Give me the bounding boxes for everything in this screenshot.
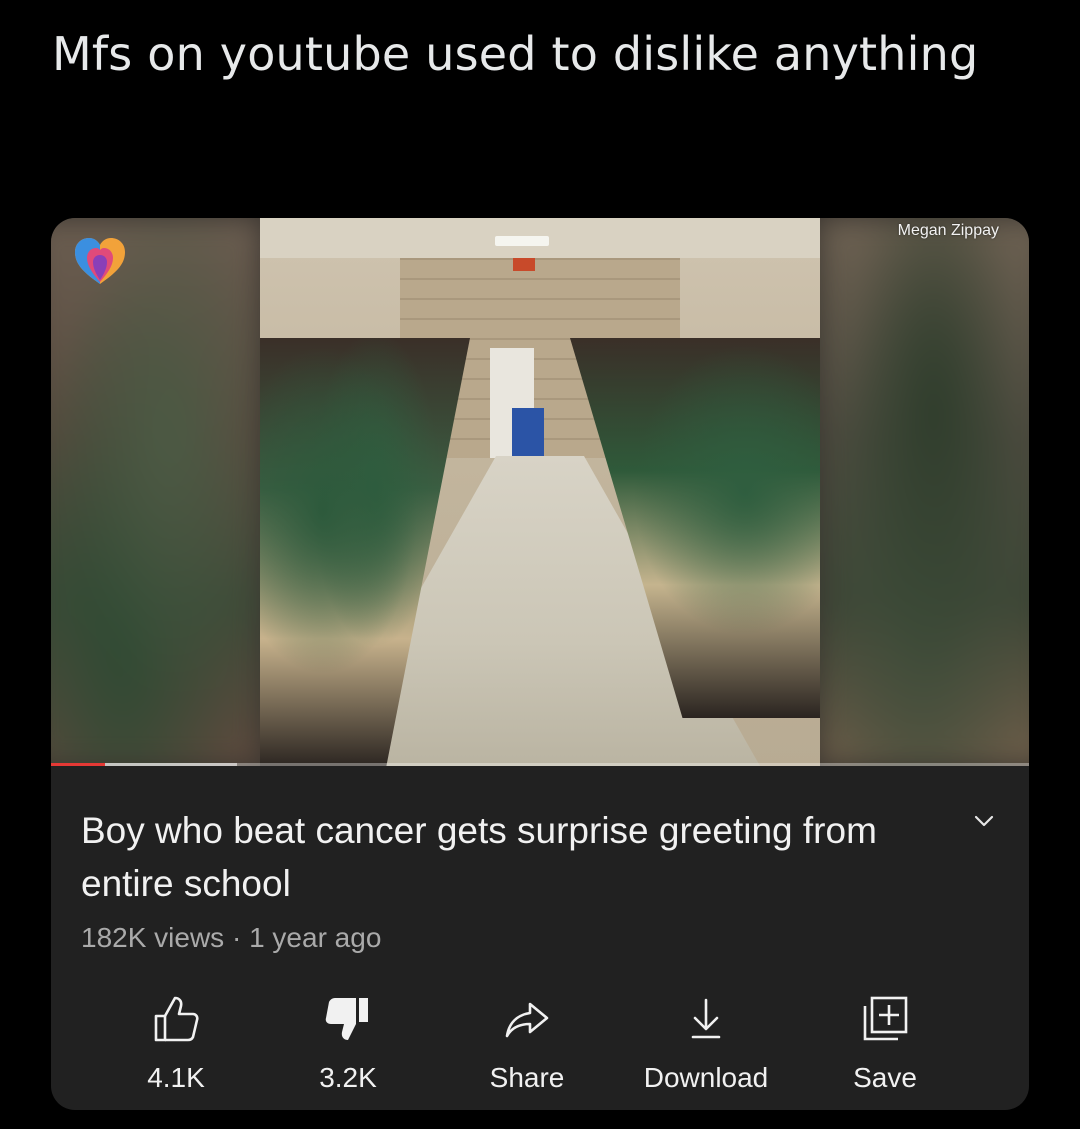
youtube-screenshot-card: Megan Zippay Boy who beat cancer gets su… (51, 218, 1029, 1110)
video-watermark: Megan Zippay (897, 222, 999, 239)
download-icon (691, 998, 721, 1039)
dislike-button[interactable]: 3.2K (273, 994, 423, 1094)
video-player[interactable]: Megan Zippay (51, 218, 1029, 766)
video-frame (260, 218, 820, 766)
video-meta: 182K views · 1 year ago (81, 922, 382, 953)
video-blur-left (51, 218, 261, 766)
video-progress-bar[interactable] (51, 763, 1029, 766)
tweet-text: Mfs on youtube used to dislike anything (52, 27, 979, 81)
video-title[interactable]: Boy who beat cancer gets surprise greeti… (81, 804, 891, 910)
chevron-down-icon[interactable] (969, 806, 999, 836)
save-button[interactable]: Save (810, 994, 960, 1094)
channel-logo-icon (75, 238, 125, 284)
save-label: Save (853, 1062, 917, 1093)
like-button[interactable]: 4.1K (101, 994, 251, 1094)
download-label: Download (643, 1062, 769, 1093)
share-button[interactable]: Share (452, 994, 602, 1094)
thumbs-up-icon (154, 996, 199, 1042)
action-bar: 4.1K 3.2K Share Download Save (101, 994, 971, 1104)
video-blur-right (819, 218, 1029, 766)
share-icon (505, 1002, 549, 1038)
add-to-playlist-icon (863, 996, 908, 1041)
like-count: 4.1K (147, 1062, 205, 1093)
download-button[interactable]: Download (631, 994, 781, 1094)
progress-played (51, 763, 105, 766)
share-label: Share (489, 1062, 565, 1093)
thumbs-down-filled-icon (325, 998, 368, 1040)
dislike-count: 3.2K (319, 1062, 377, 1093)
